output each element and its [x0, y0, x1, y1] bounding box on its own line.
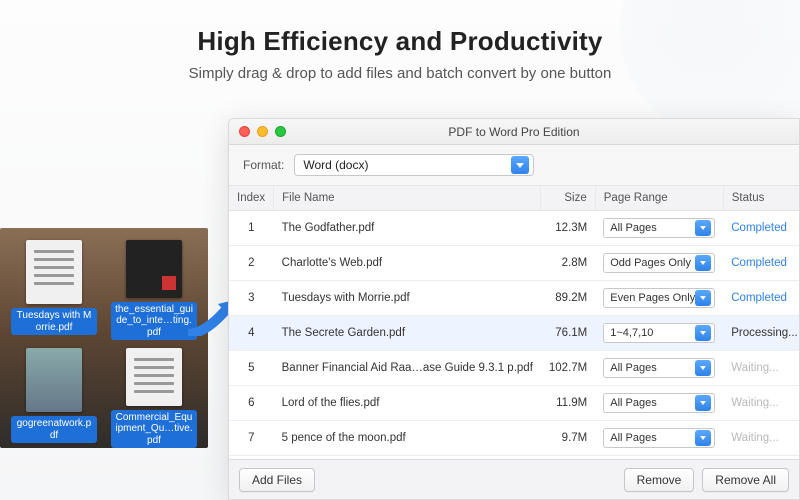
close-icon[interactable] [239, 126, 250, 137]
desktop-file[interactable]: Commercial_Equipment_Qu…tive.pdf [110, 348, 198, 448]
page-range-select[interactable]: All Pages [603, 428, 715, 448]
chevron-down-icon [695, 325, 711, 341]
cell-range: 1~4,7,10 [595, 316, 723, 351]
file-label: Tuesdays with Morrie.pdf [11, 308, 97, 335]
table-row[interactable]: 5Banner Financial Aid Raa…ase Guide 9.3.… [229, 351, 799, 386]
format-value: Word (docx) [303, 158, 368, 172]
cell-status: Completed [723, 246, 799, 281]
chevron-down-icon [695, 255, 711, 271]
cell-index: 2 [229, 246, 274, 281]
page-range-value: All Pages [610, 432, 656, 444]
cell-status: Waiting... [723, 351, 799, 386]
page-range-select[interactable]: All Pages [603, 393, 715, 413]
desktop-file[interactable]: Tuesdays with Morrie.pdf [10, 240, 98, 340]
page-range-value: Odd Pages Only [610, 257, 691, 269]
page-range-select[interactable]: 1~4,7,10 [603, 323, 715, 343]
remove-all-button[interactable]: Remove All [702, 468, 789, 492]
window-title: PDF to Word Pro Edition [229, 125, 799, 139]
page-range-value: Even Pages Only [610, 292, 695, 304]
format-select[interactable]: Word (docx) [294, 154, 534, 176]
page-range-value: 1~4,7,10 [610, 327, 653, 339]
file-thumbnail-icon [26, 240, 82, 304]
table-row[interactable]: 1The Godfather.pdf12.3M All Pages Complete… [229, 211, 799, 246]
col-size[interactable]: Size [541, 186, 595, 211]
cell-index: 5 [229, 351, 274, 386]
page-range-select[interactable]: All Pages [603, 358, 715, 378]
page-range-value: All Pages [610, 362, 656, 374]
cell-status: Processing... [723, 316, 799, 351]
table-row[interactable]: 6Lord of the flies.pdf11.9M All Pages Wait… [229, 386, 799, 421]
cell-filename: 5 pence of the moon.pdf [274, 421, 541, 456]
cell-size: 11.9M [541, 386, 595, 421]
page-range-value: All Pages [610, 397, 656, 409]
cell-filename: Charlotte's Web.pdf [274, 246, 541, 281]
cell-filename: Tuesdays with Morrie.pdf [274, 281, 541, 316]
cell-index: 7 [229, 421, 274, 456]
chevron-down-icon [695, 290, 711, 306]
titlebar[interactable]: PDF to Word Pro Edition [229, 119, 799, 145]
page-range-value: All Pages [610, 222, 656, 234]
file-label: gogreenatwork.pdf [11, 416, 97, 443]
file-label: Commercial_Equipment_Qu…tive.pdf [111, 410, 197, 449]
col-range[interactable]: Page Range [595, 186, 723, 211]
cell-size: 76.1M [541, 316, 595, 351]
cell-filename: The Secrete Garden.pdf [274, 316, 541, 351]
chevron-down-icon [695, 360, 711, 376]
cell-status: Waiting... [723, 421, 799, 456]
zoom-icon[interactable] [275, 126, 286, 137]
page-range-select[interactable]: All Pages [603, 218, 715, 238]
file-label: the_essential_guide_to_inte…ting.pdf [111, 302, 197, 341]
cell-status: Waiting... [723, 386, 799, 421]
cell-index: 4 [229, 316, 274, 351]
desktop-file[interactable]: the_essential_guide_to_inte…ting.pdf [110, 240, 198, 340]
file-thumbnail-icon [26, 348, 82, 412]
cell-status: Completed [723, 211, 799, 246]
cell-filename: Lord of the flies.pdf [274, 386, 541, 421]
cell-index: 1 [229, 211, 274, 246]
page-range-select[interactable]: Odd Pages Only [603, 253, 715, 273]
table-row[interactable]: 75 pence of the moon.pdf9.7M All Pages Wai… [229, 421, 799, 456]
chevron-down-icon [695, 220, 711, 236]
col-status[interactable]: Status [723, 186, 799, 211]
cell-status: Completed [723, 281, 799, 316]
cell-range: Odd Pages Only [595, 246, 723, 281]
chevron-down-icon [695, 395, 711, 411]
cell-range: All Pages [595, 351, 723, 386]
table-row[interactable]: 4The Secrete Garden.pdf76.1M 1~4,7,10 Proc… [229, 316, 799, 351]
cell-range: All Pages [595, 386, 723, 421]
cell-range: All Pages [595, 211, 723, 246]
file-thumbnail-icon [126, 240, 182, 298]
desktop-file[interactable]: gogreenatwork.pdf [10, 348, 98, 448]
cell-index: 3 [229, 281, 274, 316]
table-row[interactable]: 3Tuesdays with Morrie.pdf89.2M Even Pages… [229, 281, 799, 316]
page-range-select[interactable]: Even Pages Only [603, 288, 715, 308]
format-label: Format: [243, 158, 284, 172]
desktop-area: Tuesdays with Morrie.pdf the_essential_gu… [0, 228, 208, 448]
chevron-down-icon [695, 430, 711, 446]
cell-size: 2.8M [541, 246, 595, 281]
cell-size: 9.7M [541, 421, 595, 456]
file-thumbnail-icon [126, 348, 182, 406]
cell-filename: Banner Financial Aid Raa…ase Guide 9.3.1… [274, 351, 541, 386]
chevron-down-icon [511, 156, 529, 174]
minimize-icon[interactable] [257, 126, 268, 137]
table-row[interactable]: 2Charlotte's Web.pdf2.8M Odd Pages Only Co… [229, 246, 799, 281]
app-window: PDF to Word Pro Edition Format: Word (do… [228, 118, 800, 500]
col-index[interactable]: Index [229, 186, 274, 211]
remove-button[interactable]: Remove [624, 468, 695, 492]
col-filename[interactable]: File Name [274, 186, 541, 211]
cell-index: 6 [229, 386, 274, 421]
cell-filename: The Godfather.pdf [274, 211, 541, 246]
cell-size: 89.2M [541, 281, 595, 316]
cell-size: 102.7M [541, 351, 595, 386]
file-table: Index File Name Size Page Range Status 1… [229, 186, 799, 459]
add-files-button[interactable]: Add Files [239, 468, 315, 492]
cell-range: Even Pages Only [595, 281, 723, 316]
cell-size: 12.3M [541, 211, 595, 246]
cell-range: All Pages [595, 421, 723, 456]
